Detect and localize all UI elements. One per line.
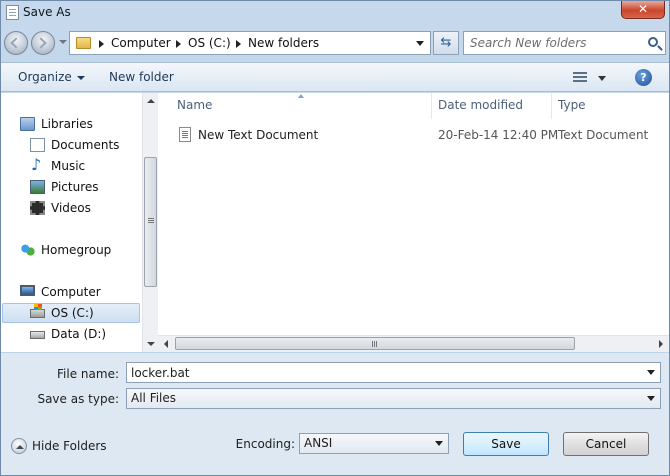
nav-pane-scrollbar[interactable] xyxy=(142,93,158,352)
chevron-right-icon[interactable] xyxy=(176,40,181,48)
file-name-label: File name: xyxy=(57,367,119,381)
forward-button[interactable] xyxy=(31,31,55,55)
refresh-icon: ⇆ xyxy=(440,35,452,50)
scrollbar-thumb[interactable] xyxy=(144,157,157,287)
nav-item-data-d[interactable]: Data (D:) xyxy=(30,325,140,345)
column-header-label: Name xyxy=(177,98,213,112)
computer-icon xyxy=(20,285,35,296)
change-view-icon[interactable] xyxy=(573,72,587,83)
pictures-icon xyxy=(30,180,45,194)
nav-item-label: Pictures xyxy=(51,180,99,194)
nav-item-os-c[interactable]: OS (C:) xyxy=(2,303,140,323)
address-bar[interactable]: Computer OS (C:) New folders xyxy=(69,31,431,55)
music-icon xyxy=(30,156,45,174)
file-list-horizontal-scrollbar[interactable] xyxy=(158,335,669,352)
file-type-cell: Text Document xyxy=(558,128,649,142)
breadcrumb-new-folders[interactable]: New folders xyxy=(248,36,319,50)
navigation-pane: Libraries Documents Music Pictures Video… xyxy=(1,93,157,352)
scroll-down-icon[interactable] xyxy=(147,342,155,346)
scroll-left-icon[interactable] xyxy=(164,340,168,348)
data-drive-icon xyxy=(30,331,45,339)
chevron-right-icon[interactable] xyxy=(99,40,104,48)
address-row: Computer OS (C:) New folders ⇆ xyxy=(1,27,669,61)
chevron-right-icon[interactable] xyxy=(236,40,241,48)
organize-menu[interactable]: Organize xyxy=(18,70,85,84)
file-row[interactable]: New Text Document 20-Feb-14 12:40 PM Tex… xyxy=(158,125,669,145)
refresh-button[interactable]: ⇆ xyxy=(433,31,459,55)
nav-item-label: Data (D:) xyxy=(51,327,107,341)
nav-item-videos[interactable]: Videos xyxy=(30,199,140,219)
nav-item-label: Homegroup xyxy=(41,243,112,257)
file-name-combobox[interactable] xyxy=(126,362,661,383)
search-input[interactable] xyxy=(470,35,640,51)
scrollbar-thumb[interactable] xyxy=(175,337,575,350)
view-options-dropdown[interactable] xyxy=(598,76,606,81)
nav-item-label: OS (C:) xyxy=(51,306,94,320)
nav-item-pictures[interactable]: Pictures xyxy=(30,178,140,198)
file-name-cell: New Text Document xyxy=(198,128,319,142)
back-button[interactable] xyxy=(4,31,28,55)
title-bar: Save As ✕ xyxy=(1,1,669,25)
nav-item-homegroup[interactable]: Homegroup xyxy=(20,241,140,261)
file-list: Name Date modified Type New Text Documen… xyxy=(158,93,669,352)
encoding-value: ANSI xyxy=(304,436,333,450)
notepad-icon xyxy=(6,5,19,20)
save-as-type-value: All Files xyxy=(131,391,177,405)
chevron-down-icon xyxy=(435,441,443,446)
nav-item-music[interactable]: Music xyxy=(30,156,140,177)
nav-item-label: Computer xyxy=(41,285,101,299)
grip-icon xyxy=(372,341,373,347)
text-document-icon xyxy=(179,127,191,142)
encoding-label: Encoding: xyxy=(235,437,295,451)
scroll-right-icon[interactable] xyxy=(659,340,663,348)
grip-icon xyxy=(148,218,154,219)
cancel-button[interactable]: Cancel xyxy=(563,432,649,456)
nav-item-label: Documents xyxy=(51,138,120,152)
homegroup-icon xyxy=(20,243,35,257)
file-name-input[interactable] xyxy=(131,365,631,380)
column-header-name[interactable]: Name xyxy=(158,93,432,119)
videos-icon xyxy=(30,201,45,215)
chevron-down-icon xyxy=(76,75,85,80)
nav-item-libraries[interactable]: Libraries xyxy=(20,115,140,135)
command-toolbar: Organize New folder ? xyxy=(1,62,669,92)
folder-icon xyxy=(76,37,91,49)
nav-item-label: Videos xyxy=(51,201,91,215)
nav-item-computer[interactable]: Computer xyxy=(20,283,140,303)
nav-item-documents[interactable]: Documents xyxy=(30,136,140,156)
documents-icon xyxy=(30,138,45,152)
save-button[interactable]: Save xyxy=(463,432,549,456)
save-as-dialog: Save As ✕ Computer OS (C:) New folders ⇆… xyxy=(0,0,670,476)
help-icon[interactable]: ? xyxy=(635,69,652,86)
chevron-down-icon xyxy=(647,396,655,401)
back-arrow-icon xyxy=(10,37,22,49)
address-dropdown-icon[interactable] xyxy=(416,41,424,46)
breadcrumb-os-c[interactable]: OS (C:) xyxy=(188,36,231,50)
date-modified-cell: 20-Feb-14 12:40 PM xyxy=(438,128,559,142)
chevron-down-icon[interactable] xyxy=(647,370,655,375)
libraries-icon xyxy=(20,117,35,131)
os-drive-icon xyxy=(30,304,45,318)
recent-locations-dropdown[interactable] xyxy=(59,40,67,44)
new-folder-button[interactable]: New folder xyxy=(109,70,174,84)
sort-ascending-icon xyxy=(298,94,304,98)
nav-item-label: Libraries xyxy=(41,117,93,131)
save-as-type-select[interactable]: All Files xyxy=(126,388,661,409)
save-as-type-label: Save as type: xyxy=(37,392,119,406)
hide-folders-label: Hide Folders xyxy=(32,439,107,453)
breadcrumb-computer[interactable]: Computer xyxy=(111,36,171,50)
close-button[interactable]: ✕ xyxy=(621,1,665,19)
forward-arrow-icon xyxy=(35,37,47,49)
scroll-up-icon[interactable] xyxy=(147,99,155,103)
nav-item-label: Music xyxy=(51,159,86,173)
chevron-up-icon xyxy=(11,438,27,454)
search-box[interactable] xyxy=(463,31,666,55)
column-header-date-modified[interactable]: Date modified xyxy=(432,93,552,119)
organize-label: Organize xyxy=(18,70,72,84)
column-header-type[interactable]: Type xyxy=(552,93,669,119)
window-title: Save As xyxy=(23,5,71,19)
encoding-select[interactable]: ANSI xyxy=(299,433,449,454)
search-icon[interactable] xyxy=(648,37,658,47)
